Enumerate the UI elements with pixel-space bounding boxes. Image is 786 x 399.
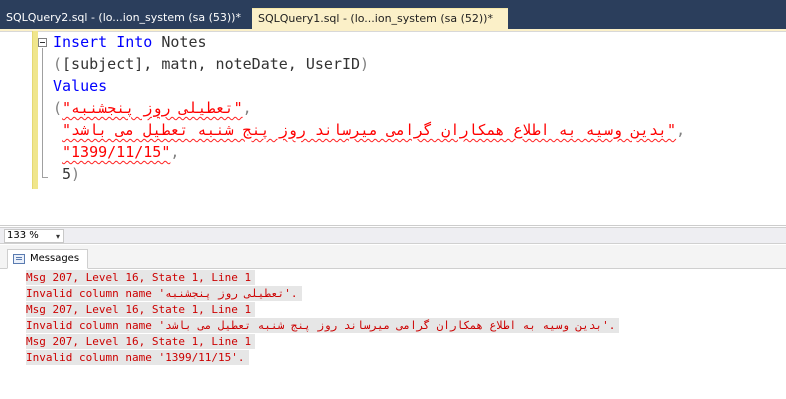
table-name: Notes bbox=[161, 33, 207, 51]
collapse-toggle-icon[interactable] bbox=[38, 38, 47, 47]
messages-pane[interactable]: Msg 207, Level 16, State 1, Line 1 Inval… bbox=[0, 270, 786, 399]
change-tracking-margin bbox=[32, 31, 38, 189]
message-line: Msg 207, Level 16, State 1, Line 1 bbox=[26, 270, 256, 285]
tab-messages-label: Messages bbox=[30, 253, 80, 264]
code-line-7[interactable]: 5) bbox=[62, 163, 80, 185]
code-line-3[interactable]: Values bbox=[53, 75, 107, 97]
paren: ( bbox=[53, 55, 63, 73]
message-line: Invalid column name 'بدین وسیه به اطلاع … bbox=[26, 318, 620, 333]
zoom-dropdown[interactable]: 133 % ▾ bbox=[4, 229, 64, 243]
code-line-4[interactable]: ("تعطیلی روز پنجشنبه", bbox=[53, 97, 252, 119]
tab-messages[interactable]: Messages bbox=[7, 249, 89, 269]
code-line-6[interactable]: "1399/11/15", bbox=[62, 141, 179, 163]
number-userid: 5 bbox=[62, 165, 72, 183]
message-line: Msg 207, Level 16, State 1, Line 1 bbox=[26, 334, 256, 349]
paren: ) bbox=[71, 165, 81, 183]
message-line: Invalid column name '1399/11/15'. bbox=[26, 350, 249, 365]
keyword-into: Into bbox=[116, 33, 153, 51]
outline-line bbox=[42, 48, 43, 178]
tab-sqlquery2[interactable]: SQLQuery2.sql - (lo...ion_system (sa (53… bbox=[0, 8, 250, 30]
results-tab-bar: Messages bbox=[0, 245, 786, 269]
keyword-values: Values bbox=[53, 77, 108, 95]
comma: , bbox=[242, 99, 252, 117]
keyword-insert: Insert bbox=[53, 33, 108, 51]
string-subject: "تعطیلی روز پنجشنبه" bbox=[62, 99, 243, 117]
column-list: [subject], matn, noteDate, UserID bbox=[62, 55, 361, 73]
message-line: Invalid column name 'تعطیلی روز پنجشنبه'… bbox=[26, 286, 302, 301]
code-line-5[interactable]: "بدین وسیه به اطلاع همکاران گرامی میرسان… bbox=[62, 119, 685, 141]
comma: , bbox=[676, 121, 686, 139]
paren: ( bbox=[53, 99, 63, 117]
outline-end bbox=[42, 177, 48, 178]
messages-icon bbox=[13, 254, 25, 264]
paren: ) bbox=[360, 55, 370, 73]
zoom-bar: 133 % ▾ bbox=[0, 227, 786, 244]
tab-sqlquery1[interactable]: SQLQuery1.sql - (lo...ion_system (sa (52… bbox=[252, 8, 508, 30]
string-matn: "بدین وسیه به اطلاع همکاران گرامی میرسان… bbox=[62, 121, 677, 139]
chevron-down-icon[interactable]: ▾ bbox=[56, 231, 60, 243]
string-date: "1399/11/15" bbox=[62, 143, 171, 161]
zoom-value: 133 % bbox=[7, 230, 39, 241]
document-tab-strip: SQLQuery2.sql - (lo...ion_system (sa (53… bbox=[0, 0, 786, 31]
code-line-2[interactable]: ([subject], matn, noteDate, UserID) bbox=[53, 53, 369, 75]
query-editor[interactable]: Insert Into Notes ([subject], matn, note… bbox=[0, 31, 786, 226]
comma: , bbox=[170, 143, 180, 161]
code-line-1[interactable]: Insert Into Notes bbox=[53, 31, 207, 53]
message-line: Msg 207, Level 16, State 1, Line 1 bbox=[26, 302, 256, 317]
